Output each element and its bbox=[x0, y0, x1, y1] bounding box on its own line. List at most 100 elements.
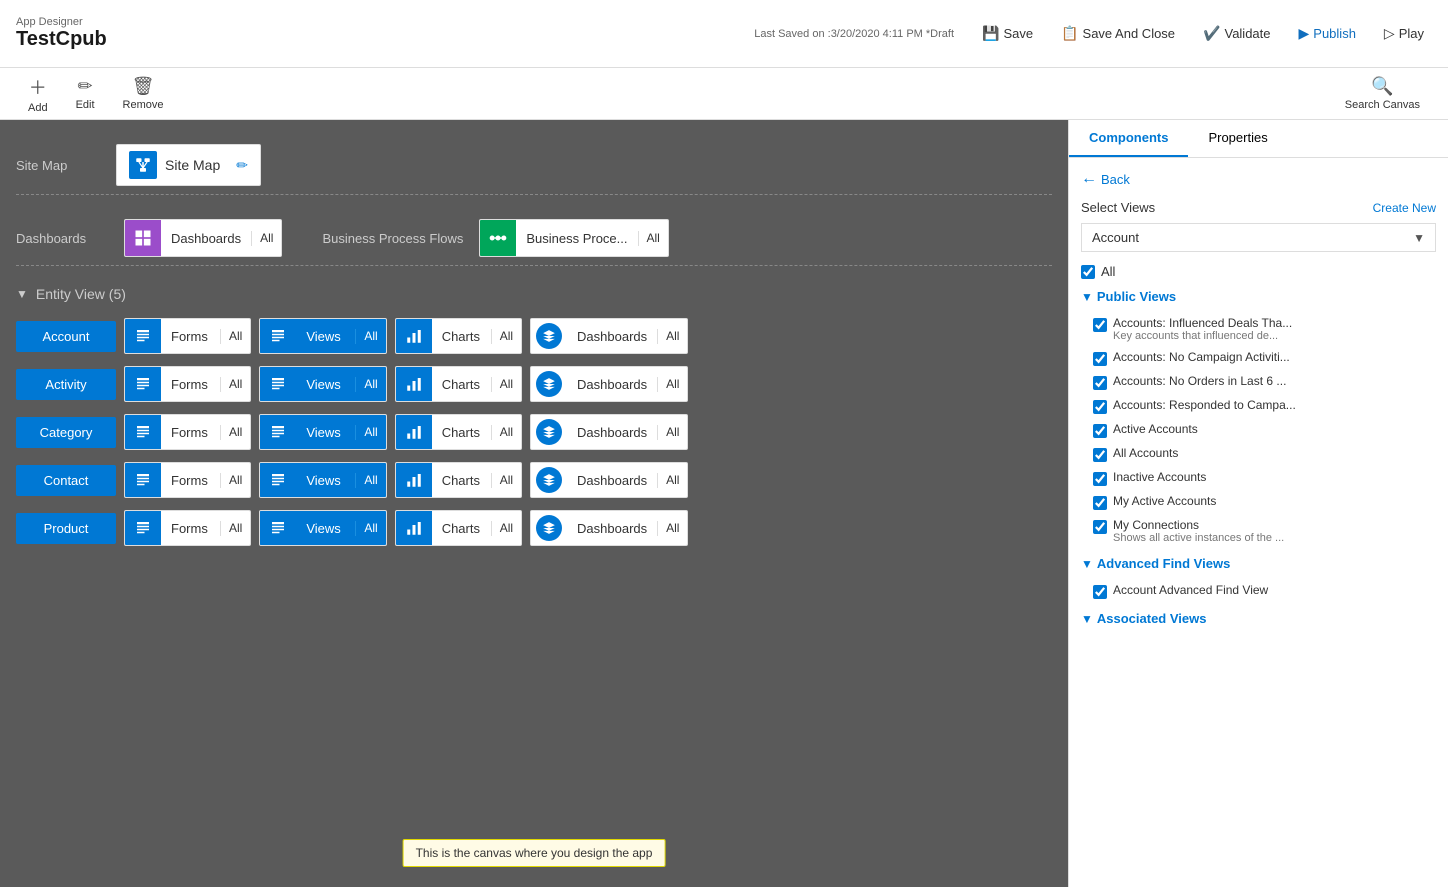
edit-icon: ✏ bbox=[78, 76, 93, 97]
dashboards-entity-card[interactable]: Dashboards All bbox=[530, 318, 688, 354]
view-checkbox[interactable] bbox=[1093, 376, 1107, 390]
play-icon: ▷ bbox=[1384, 25, 1395, 42]
view-checkbox[interactable] bbox=[1093, 400, 1107, 414]
back-arrow-icon: ← bbox=[1081, 170, 1097, 188]
view-item-sub: Key accounts that influenced de... bbox=[1113, 330, 1292, 342]
entity-name-btn[interactable]: Activity bbox=[16, 369, 116, 400]
entity-name-btn[interactable]: Account bbox=[16, 321, 116, 352]
views-all: All bbox=[356, 425, 385, 439]
view-checkbox[interactable] bbox=[1093, 472, 1107, 486]
forms-card[interactable]: Forms All bbox=[124, 318, 251, 354]
charts-card[interactable]: Charts All bbox=[395, 462, 522, 498]
remove-icon: 🗑 bbox=[132, 76, 155, 97]
save-close-button[interactable]: 📋 Save And Close bbox=[1053, 21, 1183, 46]
components-tab[interactable]: Components bbox=[1069, 120, 1188, 157]
sitemap-card[interactable]: Site Map ✏ bbox=[116, 144, 261, 186]
dashboards-name: Dashboards bbox=[161, 231, 252, 246]
views-card[interactable]: Views All bbox=[259, 366, 386, 402]
save-icon: 💾 bbox=[982, 25, 999, 42]
top-header: App Designer TestCpub Last Saved on :3/2… bbox=[0, 0, 1448, 68]
publish-label: Publish bbox=[1313, 26, 1356, 41]
charts-icon bbox=[396, 510, 432, 546]
charts-card[interactable]: Charts All bbox=[395, 510, 522, 546]
search-canvas-button[interactable]: 🔍 Search Canvas bbox=[1333, 72, 1432, 115]
all-checkbox-row: All bbox=[1081, 264, 1436, 279]
charts-card[interactable]: Charts All bbox=[395, 318, 522, 354]
account-dropdown[interactable]: Account ▼ bbox=[1081, 223, 1436, 252]
public-views-collapse-icon: ▼ bbox=[1081, 290, 1093, 304]
forms-card[interactable]: Forms All bbox=[124, 462, 251, 498]
sitemap-edit-icon[interactable]: ✏ bbox=[236, 157, 248, 174]
views-icon bbox=[260, 510, 296, 546]
views-card[interactable]: Views All bbox=[259, 510, 386, 546]
forms-card[interactable]: Forms All bbox=[124, 414, 251, 450]
view-item: Accounts: Responded to Campa... bbox=[1081, 394, 1436, 418]
properties-tab[interactable]: Properties bbox=[1188, 120, 1287, 157]
view-item: Active Accounts bbox=[1081, 418, 1436, 442]
sitemap-row: Site Map Site Map ✏ bbox=[16, 136, 1052, 195]
validate-button[interactable]: ✔️ Validate bbox=[1195, 21, 1278, 46]
view-item: My Connections Shows all active instance… bbox=[1081, 514, 1436, 548]
back-button[interactable]: ← Back bbox=[1081, 170, 1130, 188]
create-new-link[interactable]: Create New bbox=[1373, 201, 1436, 215]
views-label: Views bbox=[296, 329, 356, 344]
dashboards-entity-card[interactable]: Dashboards All bbox=[530, 414, 688, 450]
views-card[interactable]: Views All bbox=[259, 414, 386, 450]
play-button[interactable]: ▷ Play bbox=[1376, 21, 1432, 46]
edit-button[interactable]: ✏ Edit bbox=[64, 72, 107, 115]
view-item-content: Accounts: Responded to Campa... bbox=[1113, 398, 1296, 412]
view-checkbox[interactable] bbox=[1093, 318, 1107, 332]
view-checkbox[interactable] bbox=[1093, 352, 1107, 366]
charts-all: All bbox=[492, 377, 521, 391]
views-label: Views bbox=[296, 473, 356, 488]
dashboards-entity-icon bbox=[531, 414, 567, 450]
panel-tabs: Components Properties bbox=[1069, 120, 1448, 158]
entity-name-btn[interactable]: Contact bbox=[16, 465, 116, 496]
right-panel: Components Properties ← Back Select View… bbox=[1068, 120, 1448, 887]
canvas-area[interactable]: Site Map Site Map ✏ Dashboards Dashboard… bbox=[0, 120, 1068, 887]
view-checkbox[interactable] bbox=[1093, 496, 1107, 510]
advanced-views-section[interactable]: ▼ Advanced Find Views bbox=[1081, 556, 1436, 571]
forms-card[interactable]: Forms All bbox=[124, 366, 251, 402]
associated-views-section[interactable]: ▼ Associated Views bbox=[1081, 611, 1436, 626]
add-icon: ＋ bbox=[29, 74, 47, 100]
public-views-section[interactable]: ▼ Public Views bbox=[1081, 289, 1436, 304]
dashboards-entity-card[interactable]: Dashboards All bbox=[530, 462, 688, 498]
charts-card[interactable]: Charts All bbox=[395, 414, 522, 450]
search-icon: 🔍 bbox=[1371, 76, 1393, 97]
view-item-title: Accounts: Influenced Deals Tha... bbox=[1113, 316, 1292, 330]
dashboards-entity-card[interactable]: Dashboards All bbox=[530, 510, 688, 546]
views-card[interactable]: Views All bbox=[259, 462, 386, 498]
entity-name-btn[interactable]: Category bbox=[16, 417, 116, 448]
view-checkbox[interactable] bbox=[1093, 448, 1107, 462]
advanced-view-checkbox[interactable] bbox=[1093, 585, 1107, 599]
add-button[interactable]: ＋ Add bbox=[16, 70, 60, 118]
entity-collapse-icon[interactable]: ▼ bbox=[16, 287, 28, 301]
entity-name-btn[interactable]: Product bbox=[16, 513, 116, 544]
forms-card[interactable]: Forms All bbox=[124, 510, 251, 546]
charts-card[interactable]: Charts All bbox=[395, 366, 522, 402]
bpf-card[interactable]: Business Proce... All bbox=[479, 219, 669, 257]
charts-label: Charts bbox=[432, 329, 492, 344]
views-label: Views bbox=[296, 425, 356, 440]
dashboards-row: Dashboards Dashboards All Business Proce… bbox=[16, 211, 1052, 266]
view-item-title: All Accounts bbox=[1113, 446, 1178, 460]
save-close-icon: 📋 bbox=[1061, 25, 1078, 42]
view-item: Accounts: Influenced Deals Tha... Key ac… bbox=[1081, 312, 1436, 346]
forms-all: All bbox=[221, 377, 250, 391]
forms-icon bbox=[125, 414, 161, 450]
forms-icon bbox=[125, 366, 161, 402]
last-saved-text: Last Saved on :3/20/2020 4:11 PM *Draft bbox=[754, 28, 954, 40]
dashboards-card[interactable]: Dashboards All bbox=[124, 219, 282, 257]
views-card[interactable]: Views All bbox=[259, 318, 386, 354]
all-checkbox-input[interactable] bbox=[1081, 265, 1095, 279]
dashboards-entity-card[interactable]: Dashboards All bbox=[530, 366, 688, 402]
forms-icon bbox=[125, 462, 161, 498]
bpf-group: Business Process Flows Business Proce...… bbox=[322, 219, 668, 257]
save-button[interactable]: 💾 Save bbox=[974, 21, 1041, 46]
publish-button[interactable]: ▶ Publish bbox=[1291, 21, 1364, 46]
view-checkbox[interactable] bbox=[1093, 520, 1107, 534]
view-checkbox[interactable] bbox=[1093, 424, 1107, 438]
edit-label: Edit bbox=[76, 99, 95, 111]
remove-button[interactable]: 🗑 Remove bbox=[111, 72, 176, 115]
